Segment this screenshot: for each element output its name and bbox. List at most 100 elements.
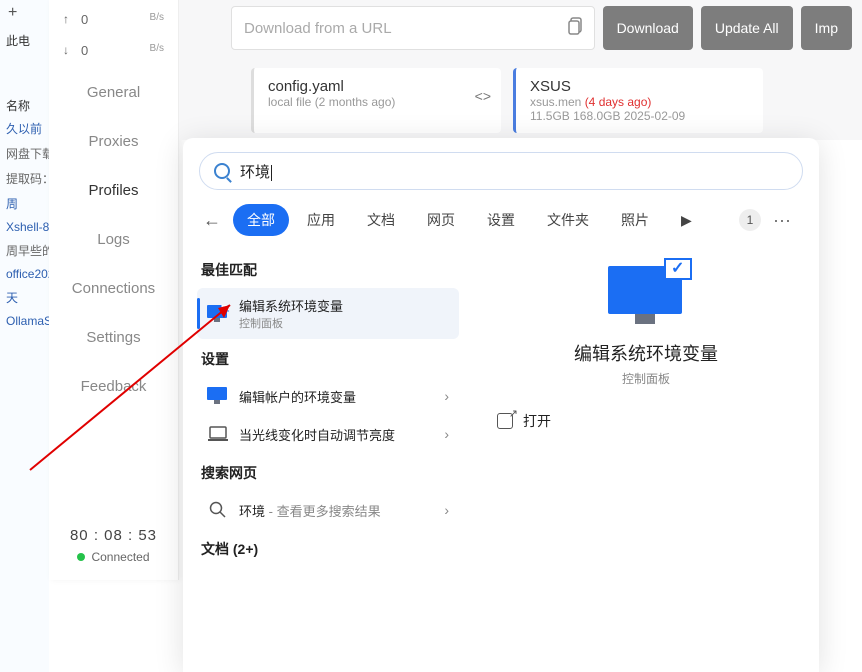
history-sidebar: + 此电 名称 久以前 网盘下载 提取码：c 周 Xshell-8.0 周早些的… xyxy=(0,0,49,672)
sidebar-item-settings[interactable]: Settings xyxy=(49,313,178,362)
history-item[interactable]: Xshell-8.0 xyxy=(0,216,49,238)
result-subtitle: 控制面板 xyxy=(239,315,449,331)
results-split: 最佳匹配 编辑系统环境变量 控制面板 设置 编辑帐户的环境变量 › xyxy=(183,246,819,672)
result-web-search[interactable]: 环境 - 查看更多搜索结果 › xyxy=(197,491,459,529)
search-icon xyxy=(207,499,229,521)
card-title: XSUS xyxy=(530,78,749,95)
filter-web[interactable]: 网页 xyxy=(413,204,469,236)
filter-all[interactable]: 全部 xyxy=(233,204,289,236)
history-item[interactable]: 提取码：c xyxy=(0,166,49,191)
monitor-check-large-icon xyxy=(608,266,684,326)
filter-folders[interactable]: 文件夹 xyxy=(533,204,603,236)
result-title: 编辑帐户的环境变量 xyxy=(239,387,434,406)
filter-photos[interactable]: 照片 xyxy=(607,204,663,236)
card-sub-prefix: xsus.men xyxy=(530,95,585,109)
card-subtitle: local file (2 months ago) xyxy=(268,95,487,109)
speed-down-row: ↓ 0 B/s xyxy=(49,31,178,62)
open-action[interactable]: 打开 xyxy=(491,387,801,455)
filter-more-icon[interactable]: ▶ xyxy=(667,206,706,235)
sidebar-item-profiles[interactable]: Profiles xyxy=(49,166,178,215)
down-arrow-icon: ↓ xyxy=(63,43,69,58)
monitor-check-icon xyxy=(207,303,229,325)
laptop-icon xyxy=(207,423,229,445)
profile-cards: config.yaml local file (2 months ago) <>… xyxy=(231,50,852,133)
history-item[interactable]: 天 xyxy=(0,285,49,310)
result-title: 当光线变化时自动调节亮度 xyxy=(239,425,434,444)
status-text: Connected xyxy=(91,550,149,564)
sidebar-item-proxies[interactable]: Proxies xyxy=(49,117,178,166)
sidebar-item-feedback[interactable]: Feedback xyxy=(49,362,178,411)
history-item[interactable]: 网盘下载 xyxy=(0,141,49,166)
chevron-right-icon: › xyxy=(444,388,449,404)
card-sub-age: (4 days ago) xyxy=(585,95,652,109)
result-setting-account-env[interactable]: 编辑帐户的环境变量 › xyxy=(197,377,459,415)
section-documents: 文档 (2+) xyxy=(201,539,455,559)
up-speed-value: 0 xyxy=(81,12,88,27)
history-item[interactable]: OllamaSe xyxy=(0,310,49,332)
url-input[interactable]: Download from a URL xyxy=(231,6,595,50)
detail-subtitle: 控制面板 xyxy=(491,370,801,387)
results-list: 最佳匹配 编辑系统环境变量 控制面板 设置 编辑帐户的环境变量 › xyxy=(183,246,473,672)
connection-status: Connected xyxy=(49,550,178,564)
filter-settings[interactable]: 设置 xyxy=(473,204,529,236)
url-placeholder: Download from a URL xyxy=(244,20,392,37)
card-meta: 11.5GB 168.0GB 2025-02-09 xyxy=(530,109,749,123)
status-dot-icon xyxy=(77,553,85,561)
url-row: Download from a URL Download Update All … xyxy=(231,0,852,50)
open-external-icon xyxy=(497,413,513,429)
sidebar-item-connections[interactable]: Connections xyxy=(49,264,178,313)
chevron-right-icon: › xyxy=(444,502,449,518)
history-item[interactable]: 周早些的 xyxy=(0,238,49,263)
section-best-match: 最佳匹配 xyxy=(201,260,455,280)
timecode: 80 : 08 : 53 xyxy=(49,527,178,544)
sidebar-item-logs[interactable]: Logs xyxy=(49,215,178,264)
filter-bar: ← 全部 应用 文档 网页 设置 文件夹 照片 ▶ 1 ··· xyxy=(183,204,819,246)
speed-up-row: ↑ 0 B/s xyxy=(49,0,178,31)
up-speed-unit: B/s xyxy=(150,12,164,27)
section-web: 搜索网页 xyxy=(201,463,455,483)
open-label: 打开 xyxy=(523,411,551,431)
name-label: 名称 xyxy=(0,91,49,116)
windows-search-popup: 环境 ← 全部 应用 文档 网页 设置 文件夹 照片 ▶ 1 ··· 最佳匹配 … xyxy=(183,138,819,672)
sidebar-nav: General Proxies Profiles Logs Connection… xyxy=(49,62,178,517)
update-all-button[interactable]: Update All xyxy=(701,6,793,50)
card-sub-age: (2 months ago) xyxy=(315,95,396,109)
result-title: 环境 - 查看更多搜索结果 xyxy=(239,501,434,520)
paste-icon[interactable] xyxy=(568,17,584,39)
search-icon xyxy=(214,163,230,179)
card-subtitle: xsus.men (4 days ago) xyxy=(530,95,749,109)
history-item[interactable]: 周 xyxy=(0,191,49,216)
code-icon[interactable]: <> xyxy=(475,88,491,104)
import-button[interactable]: Imp xyxy=(801,6,852,50)
up-arrow-icon: ↑ xyxy=(63,12,69,27)
search-query-text: 环境 xyxy=(240,161,272,182)
history-item[interactable]: office202 xyxy=(0,263,49,285)
back-icon[interactable]: ← xyxy=(203,210,221,231)
down-speed-unit: B/s xyxy=(150,43,164,58)
computer-label: 此电 xyxy=(0,26,49,51)
count-badge: 1 xyxy=(739,209,761,231)
monitor-icon xyxy=(207,385,229,407)
section-settings: 设置 xyxy=(201,349,455,369)
add-tab-icon[interactable]: + xyxy=(0,0,49,26)
top-toolbar: Download from a URL Download Update All … xyxy=(179,0,862,140)
result-best-match[interactable]: 编辑系统环境变量 控制面板 xyxy=(197,288,459,339)
history-item[interactable]: 久以前 xyxy=(0,116,49,141)
filter-docs[interactable]: 文档 xyxy=(353,204,409,236)
sidebar-item-general[interactable]: General xyxy=(49,68,178,117)
search-input[interactable]: 环境 xyxy=(199,152,803,190)
card-sub-prefix: local file xyxy=(268,95,315,109)
profile-card-config[interactable]: config.yaml local file (2 months ago) <> xyxy=(251,68,501,133)
filter-apps[interactable]: 应用 xyxy=(293,204,349,236)
profile-card-xsus[interactable]: XSUS xsus.men (4 days ago) 11.5GB 168.0G… xyxy=(513,68,763,133)
result-title: 编辑系统环境变量 xyxy=(239,296,449,315)
chevron-right-icon: › xyxy=(444,426,449,442)
more-icon[interactable]: ··· xyxy=(765,210,799,231)
download-button[interactable]: Download xyxy=(603,6,693,50)
result-detail-pane: 编辑系统环境变量 控制面板 打开 xyxy=(473,246,819,672)
sidebar-footer: 80 : 08 : 53 Connected xyxy=(49,517,178,580)
app-sidebar: ↑ 0 B/s ↓ 0 B/s General Proxies Profiles… xyxy=(49,0,179,580)
result-setting-brightness[interactable]: 当光线变化时自动调节亮度 › xyxy=(197,415,459,453)
down-speed-value: 0 xyxy=(81,43,88,58)
card-title: config.yaml xyxy=(268,78,487,95)
